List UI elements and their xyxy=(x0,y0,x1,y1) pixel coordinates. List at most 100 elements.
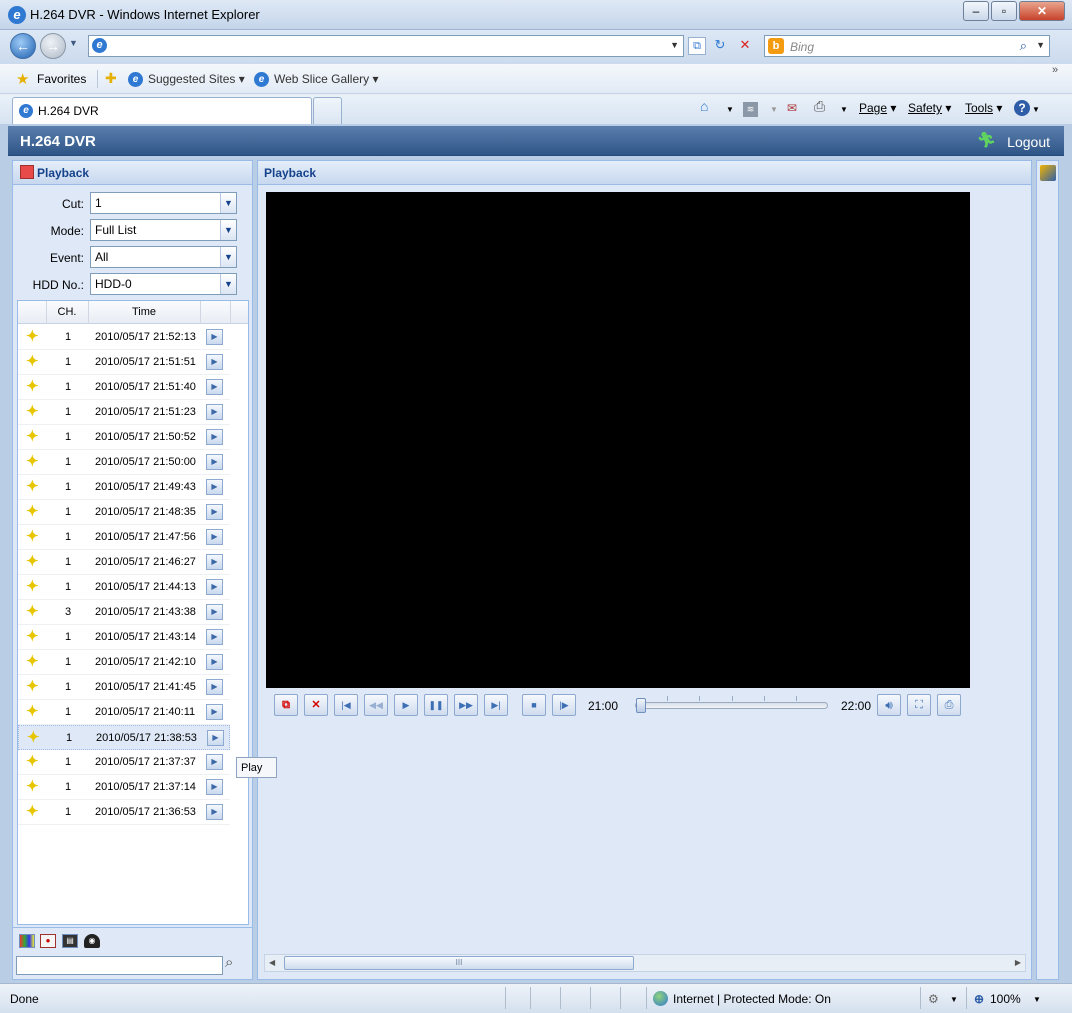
close-window-button[interactable]: ✕ xyxy=(1019,1,1065,21)
fast-forward-button[interactable]: ▶▶ xyxy=(454,694,478,716)
timeline-slider[interactable] xyxy=(635,698,828,713)
play-button[interactable]: ▶ xyxy=(394,694,418,716)
table-row[interactable]: ✦ 1 2010/05/17 21:36:53 ▶ xyxy=(18,800,230,825)
help-icon[interactable]: ? xyxy=(1014,100,1030,116)
stop-icon[interactable]: ✕ xyxy=(736,37,754,55)
protected-mode-dropdown-icon[interactable]: ▼ xyxy=(950,995,958,1004)
row-play-button[interactable]: ▶ xyxy=(206,479,223,495)
protected-mode-icon[interactable]: ⚙ xyxy=(928,992,939,1006)
table-row[interactable]: ✦ 1 2010/05/17 21:40:11 ▶ xyxy=(18,700,230,725)
filter-search-input[interactable] xyxy=(16,956,223,975)
help-dropdown-icon[interactable]: ▼ xyxy=(1032,105,1040,114)
scroll-thumb[interactable]: III xyxy=(284,956,634,970)
print-snapshot-icon[interactable]: ⎙ xyxy=(937,694,961,716)
table-row[interactable]: ✦ 1 2010/05/17 21:50:00 ▶ xyxy=(18,450,230,475)
print-dropdown-icon[interactable]: ▼ xyxy=(840,105,848,114)
chevron-down-icon[interactable]: ▼ xyxy=(220,220,236,240)
video-viewport[interactable] xyxy=(266,192,970,688)
row-play-button[interactable]: ▶ xyxy=(206,454,223,470)
row-play-button[interactable]: ▶ xyxy=(206,654,223,670)
row-play-button[interactable]: ▶ xyxy=(206,604,223,620)
table-row[interactable]: ✦ 1 2010/05/17 21:49:43 ▶ xyxy=(18,475,230,500)
table-row[interactable]: ✦ 1 2010/05/17 21:37:14 ▶ xyxy=(18,775,230,800)
row-play-button[interactable]: ▶ xyxy=(207,730,224,746)
timeline-slider-thumb[interactable] xyxy=(636,698,646,713)
refresh-icon[interactable]: ↻ xyxy=(711,37,729,55)
horizontal-scrollbar[interactable]: ◀ III ▶ xyxy=(264,954,1026,972)
row-play-button[interactable]: ▶ xyxy=(206,704,223,720)
row-play-button[interactable]: ▶ xyxy=(206,754,223,770)
chevron-down-icon[interactable]: ▼ xyxy=(220,193,236,213)
rewind-button[interactable]: ◀◀ xyxy=(364,694,388,716)
minimize-button[interactable]: – xyxy=(963,1,989,21)
row-play-button[interactable]: ▶ xyxy=(206,504,223,520)
zoom-icon[interactable]: ⊕ xyxy=(974,992,984,1006)
row-play-button[interactable]: ▶ xyxy=(206,779,223,795)
zoom-level[interactable]: 100% xyxy=(990,992,1021,1006)
row-play-button[interactable]: ▶ xyxy=(206,354,223,370)
table-row[interactable]: ✦ 1 2010/05/17 21:41:45 ▶ xyxy=(18,675,230,700)
row-play-button[interactable]: ▶ xyxy=(206,579,223,595)
table-row[interactable]: ✦ 3 2010/05/17 21:43:38 ▶ xyxy=(18,600,230,625)
table-row[interactable]: ✦ 1 2010/05/17 21:52:13 ▶ xyxy=(18,325,230,350)
table-row[interactable]: ✦ 1 2010/05/17 21:48:35 ▶ xyxy=(18,500,230,525)
skip-to-start-button[interactable]: |◀ xyxy=(334,694,358,716)
tools-menu[interactable]: Tools ▾ xyxy=(965,101,1002,115)
row-play-button[interactable]: ▶ xyxy=(206,529,223,545)
url-dropdown-icon[interactable]: ▼ xyxy=(670,40,679,50)
record-search-icon[interactable]: ▤ xyxy=(62,934,78,948)
suggested-sites-link[interactable]: Suggested Sites ▾ xyxy=(148,72,245,86)
print-icon[interactable]: ⎙ xyxy=(814,98,825,115)
add-favorites-icon[interactable]: ✚ xyxy=(105,70,117,87)
row-play-button[interactable]: ▶ xyxy=(206,329,223,345)
web-slice-gallery-link[interactable]: Web Slice Gallery ▾ xyxy=(274,72,379,86)
feeds-dropdown-icon[interactable]: ▼ xyxy=(770,105,778,114)
mail-icon[interactable]: ✉ xyxy=(787,101,797,115)
chevron-down-icon[interactable]: ▼ xyxy=(220,274,236,294)
table-row[interactable]: ✦ 1 2010/05/17 21:51:40 ▶ xyxy=(18,375,230,400)
column-header-ch[interactable]: CH. xyxy=(46,306,88,318)
close-all-channels-button[interactable]: ⧉ xyxy=(274,694,298,716)
scroll-left-icon[interactable]: ◀ xyxy=(269,958,275,967)
panel-settings-icon[interactable] xyxy=(1040,165,1056,181)
scroll-right-icon[interactable]: ▶ xyxy=(1015,958,1021,967)
row-play-button[interactable]: ▶ xyxy=(206,379,223,395)
maximize-button[interactable]: ▫ xyxy=(991,1,1017,21)
page-menu[interactable]: Page ▾ xyxy=(859,101,896,115)
playback-mode-icon[interactable]: ● xyxy=(40,934,56,948)
url-input[interactable]: e ▼ xyxy=(88,35,684,57)
row-play-button[interactable]: ▶ xyxy=(206,404,223,420)
filter-select[interactable]: Full List ▼ xyxy=(90,219,237,241)
favorites-button[interactable]: Favorites xyxy=(37,72,86,86)
search-icon[interactable]: ⌕ xyxy=(1020,38,1027,54)
forward-button[interactable]: → xyxy=(40,33,66,59)
table-row[interactable]: ✦ 1 2010/05/17 21:51:23 ▶ xyxy=(18,400,230,425)
snapshot-camera-icon[interactable]: ⛶ xyxy=(907,694,931,716)
row-play-button[interactable]: ▶ xyxy=(206,554,223,570)
search-icon[interactable]: ⌕ xyxy=(225,954,233,971)
feeds-icon[interactable]: ≋ xyxy=(743,102,758,117)
stop-button[interactable]: ■ xyxy=(522,694,546,716)
table-row[interactable]: ✦ 1 2010/05/17 21:47:56 ▶ xyxy=(18,525,230,550)
filter-select[interactable]: HDD-0 ▼ xyxy=(90,273,237,295)
filter-select[interactable]: All ▼ xyxy=(90,246,237,268)
column-header-time[interactable]: Time xyxy=(88,306,200,318)
live-view-icon[interactable] xyxy=(19,934,35,948)
search-dropdown-icon[interactable]: ▼ xyxy=(1036,40,1045,50)
table-row[interactable]: ✦ 1 2010/05/17 21:43:14 ▶ xyxy=(18,625,230,650)
skip-to-end-button[interactable]: ▶| xyxy=(484,694,508,716)
step-frame-button[interactable]: |▶ xyxy=(552,694,576,716)
row-play-button[interactable]: ▶ xyxy=(206,679,223,695)
row-play-button[interactable]: ▶ xyxy=(206,804,223,820)
table-row[interactable]: ✦ 1 2010/05/17 21:46:27 ▶ xyxy=(18,550,230,575)
toolbar-overflow-icon[interactable]: » xyxy=(1052,64,1058,76)
home-icon[interactable]: ⌂ xyxy=(700,98,708,114)
row-play-button[interactable]: ▶ xyxy=(206,429,223,445)
search-input[interactable]: b Bing ⌕ ▼ xyxy=(764,35,1050,57)
tab-h264-dvr[interactable]: e H.264 DVR xyxy=(12,97,312,124)
table-row[interactable]: ✦ 1 2010/05/17 21:42:10 ▶ xyxy=(18,650,230,675)
table-row[interactable]: ✦ 1 2010/05/17 21:50:52 ▶ xyxy=(18,425,230,450)
recent-pages-chevron-icon[interactable]: ▼ xyxy=(69,38,78,48)
zoom-dropdown-icon[interactable]: ▼ xyxy=(1033,995,1041,1004)
logout-button[interactable]: Logout xyxy=(1007,134,1050,150)
